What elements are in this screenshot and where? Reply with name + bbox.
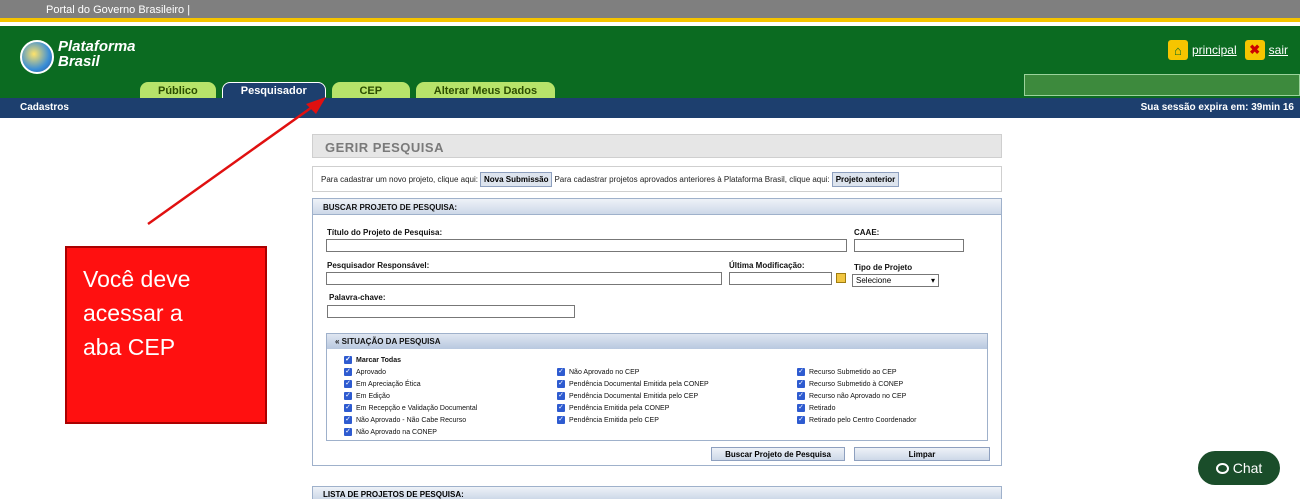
titulo-input[interactable] — [326, 239, 847, 252]
nav-cadastros[interactable]: Cadastros — [20, 102, 69, 113]
submit-box: Para cadastrar um novo projeto, clique a… — [312, 166, 1002, 192]
checkbox-pend-doc-cep[interactable]: ✓ Pendência Documental Emitida pelo CEP — [557, 392, 698, 400]
checkbox-recurso-cep[interactable]: ✓ Recurso Submetido ao CEP — [797, 368, 897, 376]
checkbox-pend-doc-conep[interactable]: ✓ Pendência Documental Emitida pela CONEP — [557, 380, 709, 388]
buscar-button[interactable]: Buscar Projeto de Pesquisa — [711, 447, 845, 461]
checkbox-aprovado[interactable]: ✓ Aprovado — [344, 368, 386, 376]
instruction-callout: Você deve acessar a aba CEP — [65, 246, 267, 424]
checkbox-em-edicao[interactable]: ✓ Em Edição — [344, 392, 390, 400]
situacao-panel: « SITUAÇÃO DA PESQUISA ✓ Marcar Todas ✓ Ap… — [326, 333, 988, 441]
callout-line-3: aba CEP — [83, 334, 176, 360]
plataforma-brasil-logo[interactable]: Plataforma Brasil — [20, 36, 140, 76]
logo-text-line-1: Plataforma — [58, 38, 136, 55]
checkbox-retirado[interactable]: ✓ Retirado — [797, 404, 835, 412]
pesquisador-input[interactable] — [326, 272, 722, 285]
caae-input[interactable] — [854, 239, 964, 252]
checkbox-nao-aprovado-nao-cabe[interactable]: ✓ Não Aprovado - Não Cabe Recurso — [344, 416, 466, 424]
nav-bar: Cadastros Sua sessão expira em: 39min 16 — [0, 98, 1300, 118]
checkbox-pend-conep[interactable]: ✓ Pendência Emitida pela CONEP — [557, 404, 669, 412]
checkbox-nao-aprovado-cep[interactable]: ✓ Não Aprovado no CEP — [557, 368, 639, 376]
situacao-header-text: SITUAÇÃO DA PESQUISA — [341, 337, 441, 346]
checkbox-retirado-centro[interactable]: ✓ Retirado pelo Centro Coordenador — [797, 416, 916, 424]
chevron-down-icon: ▾ — [930, 276, 935, 285]
calendar-icon[interactable] — [836, 273, 846, 283]
caae-label: CAAE: — [854, 228, 880, 237]
titulo-label: Título do Projeto de Pesquisa: — [327, 228, 443, 237]
projeto-anterior-button[interactable]: Projeto anterior — [831, 171, 900, 187]
marcar-todas-checkbox[interactable]: ✓ Marcar Todas — [344, 356, 401, 364]
checkbox-em-apreciacao-etica[interactable]: ✓ Em Apreciação Ética — [344, 380, 421, 388]
callout-line-2: acessar a — [83, 300, 183, 326]
chat-button[interactable]: Chat — [1198, 451, 1280, 485]
submit-text-2: Para cadastrar projetos aprovados anteri… — [554, 174, 830, 184]
gov-bar: Portal do Governo Brasileiro | — [0, 0, 1300, 22]
ultima-modificacao-input[interactable] — [729, 272, 832, 285]
main-content: GERIR PESQUISA Para cadastrar um novo pr… — [312, 128, 1012, 499]
search-panel-header: BUSCAR PROJETO DE PESQUISA: — [313, 199, 1001, 215]
situacao-header[interactable]: « SITUAÇÃO DA PESQUISA — [327, 334, 987, 349]
home-icon[interactable]: ⌂ — [1167, 40, 1188, 60]
search-panel: BUSCAR PROJETO DE PESQUISA: Título do Pr… — [312, 198, 1002, 466]
globe-icon — [20, 40, 54, 74]
checkbox-em-recepcao[interactable]: ✓ Em Recepção e Validação Documental — [344, 404, 477, 412]
gov-bar-text[interactable]: Portal do Governo Brasileiro | — [46, 4, 190, 16]
chat-label: Chat — [1232, 460, 1263, 476]
session-timer: Sua sessão expira em: 39min 16 — [1140, 102, 1294, 113]
tipo-projeto-value: Selecione — [856, 276, 892, 285]
pesquisador-label: Pesquisador Responsável: — [327, 261, 430, 270]
chat-bubble-icon — [1215, 462, 1229, 474]
checkbox-nao-aprovado-conep[interactable]: ✓ Não Aprovado na CONEP — [344, 428, 437, 436]
page-title: GERIR PESQUISA — [312, 134, 1002, 158]
lista-projetos-header: LISTA DE PROJETOS DE PESQUISA: — [312, 486, 1002, 499]
site-header: Plataforma Brasil ⌂ principal ✖ sair Púb… — [0, 26, 1300, 100]
ultima-modificacao-label: Última Modificação: — [729, 261, 805, 270]
nova-submissao-button[interactable]: Nova Submissão — [479, 171, 553, 187]
logo-text-line-2: Brasil — [58, 53, 100, 70]
limpar-button[interactable]: Limpar — [854, 447, 990, 461]
callout-line-1: Você deve — [83, 266, 191, 292]
header-search-box[interactable] — [1024, 74, 1300, 96]
close-icon[interactable]: ✖ — [1244, 40, 1265, 60]
checkbox-recurso-nao-aprovado[interactable]: ✓ Recurso não Aprovado no CEP — [797, 392, 906, 400]
submit-text-1: Para cadastrar um novo projeto, clique a… — [321, 174, 478, 184]
palavra-chave-label: Palavra-chave: — [329, 293, 386, 302]
checkbox-pend-cep[interactable]: ✓ Pendência Emitida pelo CEP — [557, 416, 659, 424]
principal-link[interactable]: principal — [1192, 43, 1237, 57]
tipo-projeto-label: Tipo de Projeto — [854, 263, 913, 272]
top-links: ⌂ principal ✖ sair — [1167, 40, 1292, 60]
palavra-chave-input[interactable] — [327, 305, 575, 318]
tipo-projeto-select[interactable]: Selecione ▾ — [852, 274, 939, 287]
sair-link[interactable]: sair — [1269, 43, 1288, 57]
checkbox-recurso-conep[interactable]: ✓ Recurso Submetido à CONEP — [797, 380, 903, 388]
